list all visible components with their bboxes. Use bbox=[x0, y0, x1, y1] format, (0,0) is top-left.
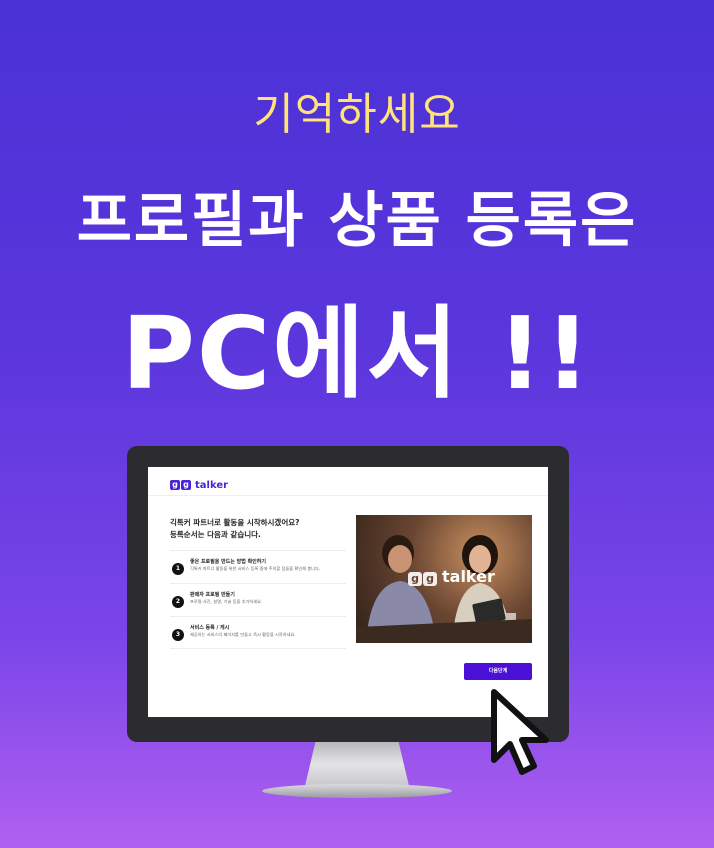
logo-mark: g g bbox=[170, 480, 191, 490]
intro-text: 긱톡커 파트너로 활동을 시작하시겠어요? 등록순서는 다음과 같습니다. bbox=[170, 517, 350, 541]
monitor-screen: g g talker 긱톡커 파트너로 활동을 시작하시겠어요? 등록순서는 다… bbox=[148, 467, 548, 717]
step-title: 판매자 프로필 만들기 bbox=[190, 592, 235, 598]
promo-photo: gg talker bbox=[356, 515, 532, 643]
step-description: 제공하는 서비스의 페이지를 만들고 즉시 활동을 시작하세요. bbox=[190, 632, 296, 637]
intro-line: 등록순서는 다음과 같습니다. bbox=[170, 530, 261, 539]
logo-text: talker bbox=[195, 479, 229, 491]
intro-line: 긱톡커 파트너로 활동을 시작하시겠어요? bbox=[170, 518, 300, 527]
photo-logo-overlay: gg talker bbox=[408, 567, 495, 586]
pointer-arrow-icon bbox=[491, 689, 549, 775]
gigtalker-logo[interactable]: g g talker bbox=[170, 479, 228, 491]
photo-logo-letter: g bbox=[408, 572, 422, 586]
step-list: 1 좋은 프로필을 만드는 방법 확인하기 긱톡커 파트너 활동을 위한 서비스… bbox=[170, 550, 346, 649]
monitor-stand-base bbox=[262, 784, 452, 798]
headline-kicker: 기억하세요 bbox=[253, 89, 461, 140]
next-step-button[interactable]: 다음단계 bbox=[464, 663, 532, 680]
photo-logo-text: talker bbox=[442, 567, 495, 586]
header-divider bbox=[148, 495, 548, 496]
step-description: 프로필 사진, 설명, 기술 등을 추가하세요. bbox=[190, 599, 263, 604]
step-number: 1 bbox=[172, 563, 184, 575]
step-item: 2 판매자 프로필 만들기 프로필 사진, 설명, 기술 등을 추가하세요. bbox=[170, 583, 346, 616]
step-title: 서비스 등록 / 게시 bbox=[190, 625, 230, 631]
headline-sub: 프로필과 상품 등록은 bbox=[76, 186, 638, 256]
step-title: 좋은 프로필을 만드는 방법 확인하기 bbox=[190, 559, 266, 565]
step-number: 3 bbox=[172, 629, 184, 641]
headline-main: PC에서 !! bbox=[121, 295, 593, 412]
step-item: 3 서비스 등록 / 게시 제공하는 서비스의 페이지를 만들고 즉시 활동을 … bbox=[170, 616, 346, 649]
step-description: 긱톡커 파트너 활동을 위한 서비스 등록 중에 주의할 점들을 확인해 봅니다… bbox=[190, 566, 321, 571]
logo-mark-letter: g bbox=[170, 480, 180, 490]
photo-logo-letter: g bbox=[423, 572, 437, 586]
monitor-stand-neck bbox=[305, 742, 409, 786]
photo-logo-mark: gg bbox=[408, 567, 438, 586]
logo-mark-letter: g bbox=[181, 480, 191, 490]
step-item: 1 좋은 프로필을 만드는 방법 확인하기 긱톡커 파트너 활동을 위한 서비스… bbox=[170, 550, 346, 583]
step-number: 2 bbox=[172, 596, 184, 608]
